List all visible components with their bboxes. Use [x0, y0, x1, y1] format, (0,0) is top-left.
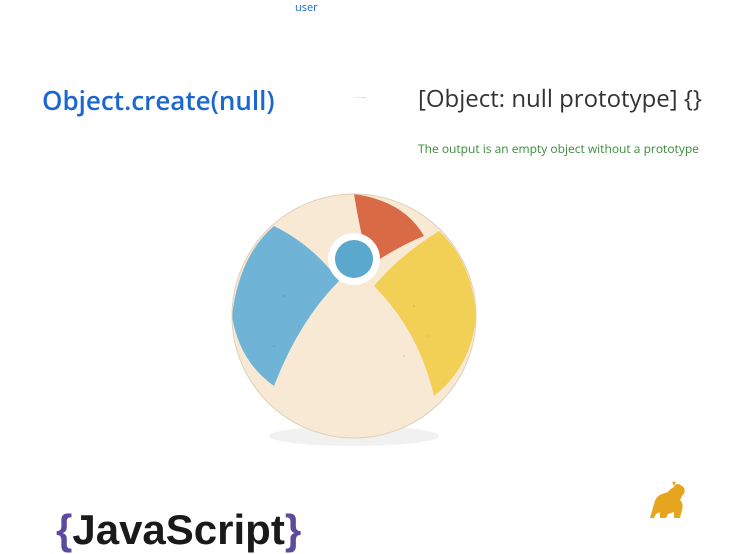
footer-text: JavaScript [72, 506, 284, 553]
sphinx-icon [642, 476, 692, 526]
top-user-label: user [295, 0, 318, 15]
code-expression: Object.create(null) [42, 82, 275, 118]
beachball-illustration [224, 186, 484, 446]
brace-open: { [56, 506, 72, 553]
footer-logo: {JavaScript} [56, 506, 301, 554]
output-caption: The output is an empty object without a … [418, 140, 699, 157]
brace-close: } [285, 506, 301, 553]
result-expression: [Object: null prototype] {} [418, 82, 702, 115]
arrow-icon [305, 97, 415, 99]
